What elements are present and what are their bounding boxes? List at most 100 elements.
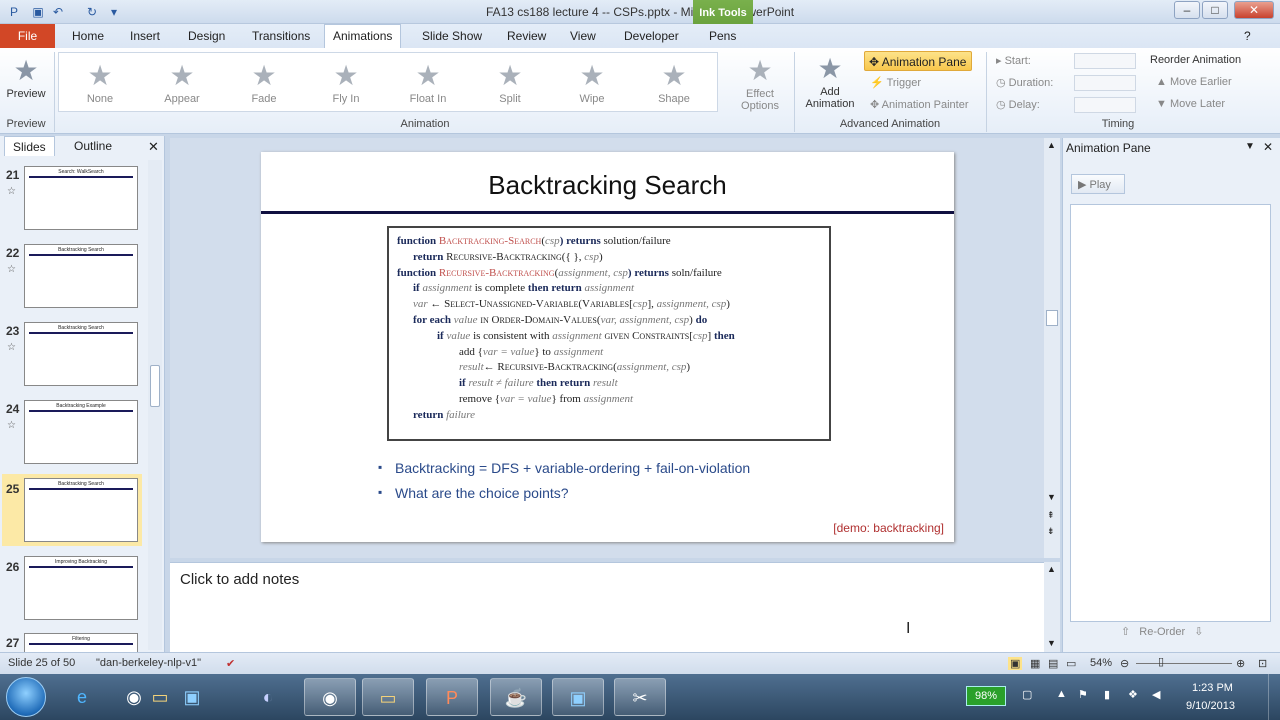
slides-scrollbar[interactable]	[148, 160, 162, 650]
spellcheck-icon[interactable]: ✔	[226, 657, 235, 670]
notification-icon[interactable]: ▢	[1022, 688, 1032, 701]
dropbox-icon[interactable]: ❖	[1128, 688, 1138, 701]
add-animation-button[interactable]: ★ Add Animation	[802, 52, 858, 110]
tab-slide-show[interactable]: Slide Show	[414, 28, 490, 48]
slide-thumbnail[interactable]: Improving Backtracking	[24, 556, 138, 620]
zoom-level[interactable]: 54%	[1090, 657, 1112, 669]
battery-indicator[interactable]: 98%	[966, 686, 1006, 706]
tab-transitions[interactable]: Transitions	[244, 28, 318, 48]
scroll-down-icon[interactable]: ▼	[1047, 492, 1056, 502]
reading-view-icon[interactable]: ▤	[1048, 657, 1058, 670]
tab-developer[interactable]: Developer	[616, 28, 687, 48]
snipping-tool-icon[interactable]: ✂	[614, 678, 666, 716]
notes-placeholder[interactable]: Click to add notes	[180, 571, 299, 588]
close-pane-icon[interactable]: ✕	[1263, 140, 1273, 154]
move-earlier-button[interactable]: ▲ Move Earlier	[1156, 76, 1232, 88]
slide-scrollbar[interactable]: ▲ ▼ ⇞ ⇟	[1044, 138, 1060, 558]
preview-button[interactable]: ★ Preview	[4, 54, 48, 100]
start-dropdown[interactable]	[1074, 53, 1136, 69]
fit-to-window-icon[interactable]: ⊡	[1258, 657, 1267, 670]
zoom-slider-thumb[interactable]: ▯	[1158, 655, 1164, 668]
algorithm-pseudocode-image[interactable]: function Backtracking-Search(csp) return…	[387, 226, 831, 441]
effect-options-button[interactable]: ★ Effect Options	[734, 54, 786, 112]
tab-file[interactable]: File	[0, 24, 55, 48]
slide-title[interactable]: Backtracking Search	[261, 170, 954, 201]
scrollbar-thumb[interactable]	[150, 365, 160, 407]
duration-spinner[interactable]	[1074, 75, 1136, 91]
tab-design[interactable]: Design	[180, 28, 233, 48]
tab-review[interactable]: Review	[499, 28, 554, 48]
scroll-up-icon[interactable]: ▲	[1047, 564, 1056, 574]
tab-pens[interactable]: Pens	[701, 28, 744, 48]
animation-split[interactable]: ★ Split	[479, 59, 541, 105]
tab-slides[interactable]: Slides	[4, 136, 55, 156]
scroll-up-icon[interactable]: ▲	[1047, 140, 1056, 150]
internet-explorer-icon[interactable]: e	[56, 678, 108, 716]
animation-none[interactable]: ★ None	[69, 59, 131, 105]
animation-pane-button[interactable]: ✥ Animation Pane	[864, 51, 972, 71]
slide-thumbnail[interactable]: Backtracking Example	[24, 400, 138, 464]
bullet-item[interactable]: What are the choice points?	[378, 485, 569, 501]
remote-desktop-icon[interactable]: ▣	[166, 678, 218, 716]
animation-painter-button[interactable]: ✥ Animation Painter	[870, 98, 969, 111]
animation-wipe[interactable]: ★ Wipe	[561, 59, 623, 105]
move-down-icon[interactable]: ⇩	[1194, 626, 1203, 638]
tab-view[interactable]: View	[562, 28, 604, 48]
close-pane-icon[interactable]: ✕	[148, 139, 159, 155]
pane-options-icon[interactable]: ▼	[1245, 141, 1255, 152]
maximize-button[interactable]: □	[1202, 1, 1228, 19]
animation-appear[interactable]: ★ Appear	[151, 59, 213, 105]
trigger-button[interactable]: ⚡ Trigger	[870, 76, 921, 89]
move-later-button[interactable]: ▼ Move Later	[1156, 98, 1225, 110]
app-window-icon[interactable]: ▣	[552, 678, 604, 716]
powerpoint-window-icon[interactable]: P	[426, 678, 478, 716]
animation-shape[interactable]: ★ Shape	[643, 59, 705, 105]
minimize-button[interactable]: –	[1174, 1, 1200, 19]
slide-thumbnail[interactable]: Filtering	[24, 633, 138, 652]
slide-thumbnail-selected[interactable]: Backtracking Search	[24, 478, 138, 542]
chrome-window-icon[interactable]: ◉	[304, 678, 356, 716]
flag-icon[interactable]: ⚑	[1078, 688, 1088, 701]
slide-sorter-icon[interactable]: ▦	[1030, 657, 1040, 670]
next-slide-icon[interactable]: ⇟	[1047, 526, 1055, 537]
network-icon[interactable]: ▮	[1104, 688, 1110, 701]
close-button[interactable]: ✕	[1234, 1, 1274, 19]
slide-canvas[interactable]: Backtracking Search function Backtrackin…	[261, 152, 954, 542]
tab-home[interactable]: Home	[64, 28, 112, 48]
animation-float-in[interactable]: ★ Float In	[397, 59, 459, 105]
bullet-item[interactable]: Backtracking = DFS + variable-ordering +…	[378, 460, 750, 476]
slide-thumbnail[interactable]: Search: WalkSearch	[24, 166, 138, 230]
delay-spinner[interactable]	[1074, 97, 1136, 113]
animation-fade[interactable]: ★ Fade	[233, 59, 295, 105]
tab-outline[interactable]: Outline	[66, 136, 120, 156]
slide-thumbnail[interactable]: Backtracking Search	[24, 244, 138, 308]
folder-window-icon[interactable]: ▭	[362, 678, 414, 716]
zoom-slider[interactable]	[1136, 663, 1232, 664]
clock-time[interactable]: 1:23 PM	[1192, 682, 1233, 694]
java-window-icon[interactable]: ☕	[490, 678, 542, 716]
show-hidden-icons[interactable]: ▲	[1056, 688, 1067, 700]
volume-icon[interactable]: ◀	[1152, 688, 1160, 701]
scrollbar-thumb[interactable]	[1046, 310, 1058, 326]
clock-date[interactable]: 9/10/2013	[1186, 700, 1235, 712]
eclipse-icon[interactable]: ◐	[242, 678, 294, 716]
slide-show-icon[interactable]: ▭	[1066, 657, 1076, 670]
notes-scrollbar[interactable]: ▲ ▼	[1044, 562, 1060, 652]
help-icon[interactable]: ?	[1236, 28, 1259, 48]
demo-label[interactable]: [demo: backtracking]	[833, 521, 944, 535]
previous-slide-icon[interactable]: ⇞	[1047, 510, 1055, 521]
tab-animations[interactable]: Animations	[324, 24, 402, 48]
play-button[interactable]: ▶ Play	[1071, 174, 1125, 194]
animation-list[interactable]	[1070, 204, 1271, 622]
move-up-icon[interactable]: ⇧	[1121, 626, 1130, 638]
animation-fly-in[interactable]: ★ Fly In	[315, 59, 377, 105]
start-button[interactable]	[6, 677, 46, 717]
notes-pane[interactable]: Click to add notes	[170, 562, 1044, 652]
normal-view-icon[interactable]: ▣	[1008, 657, 1023, 670]
show-desktop-button[interactable]	[1268, 674, 1280, 720]
scroll-down-icon[interactable]: ▼	[1047, 638, 1056, 648]
zoom-out-icon[interactable]: ⊖	[1120, 657, 1129, 670]
zoom-in-icon[interactable]: ⊕	[1236, 657, 1245, 670]
slide-thumbnail[interactable]: Backtracking Search	[24, 322, 138, 386]
tab-insert[interactable]: Insert	[122, 28, 168, 48]
